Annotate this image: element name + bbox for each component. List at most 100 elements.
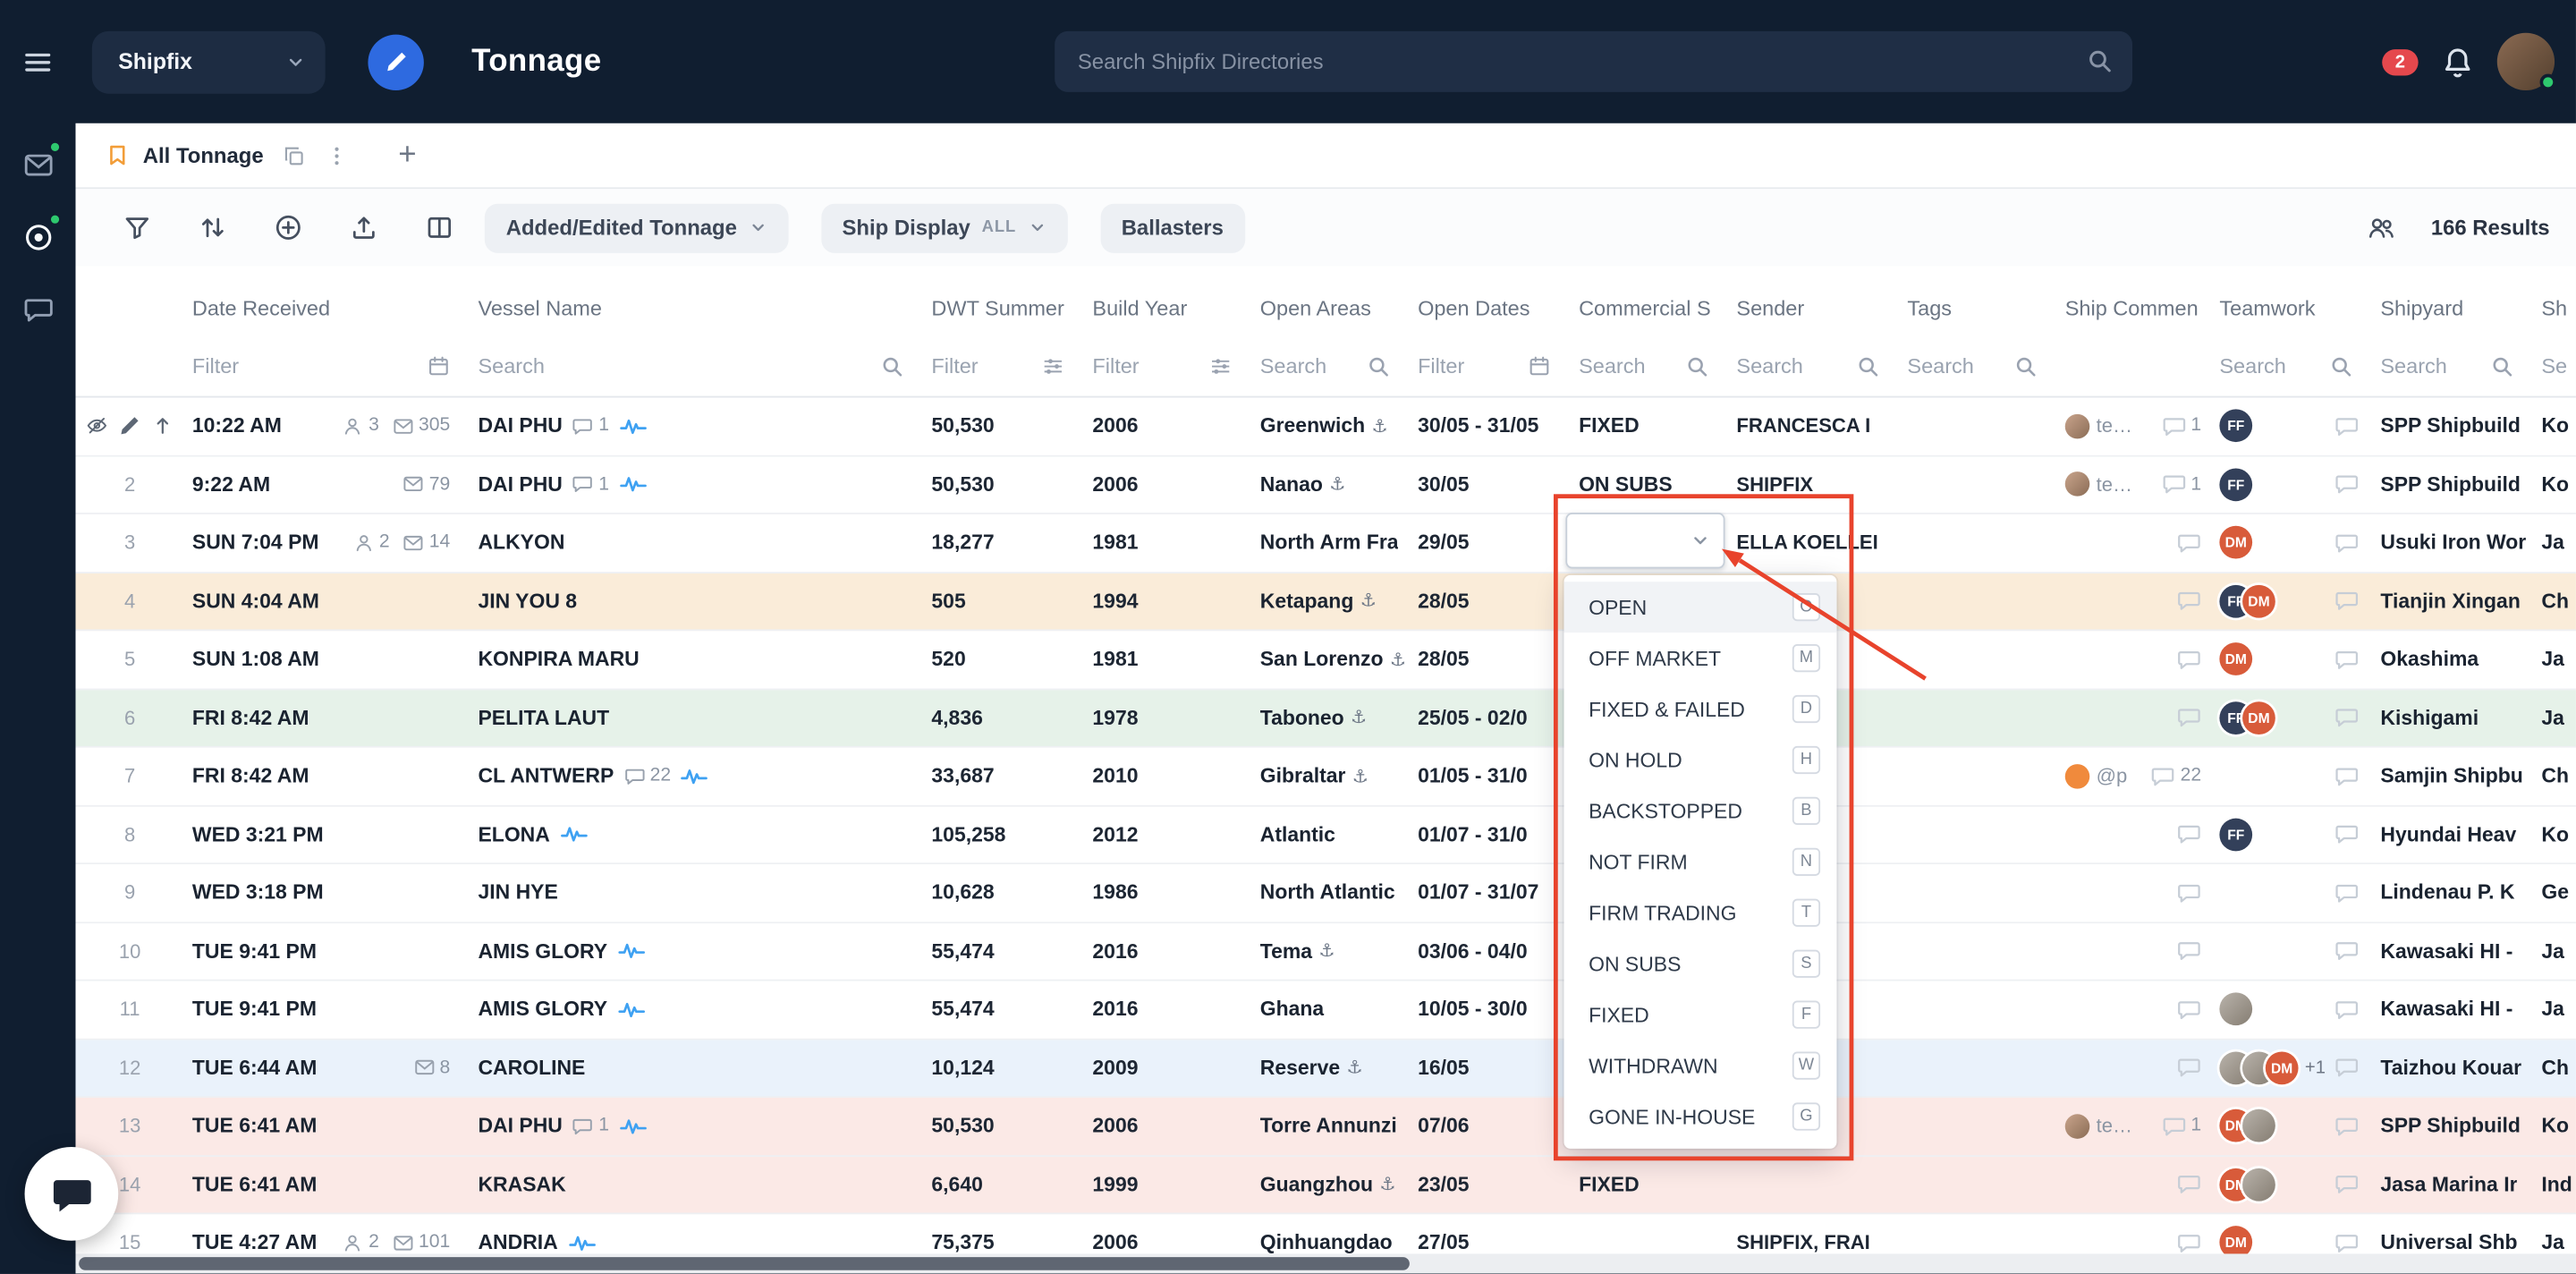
column-header-tags[interactable]: Tags — [1899, 279, 2056, 335]
duplicate-icon[interactable] — [284, 144, 307, 167]
teamwork-chat-button[interactable] — [2334, 589, 2360, 614]
column-header-shipcom[interactable]: Ship Commen — [2057, 279, 2212, 335]
column-header-dwt[interactable]: DWT Summer — [923, 279, 1084, 335]
table-row[interactable]: 9WED 3:18 PMJIN HYE10,6281986North Atlan… — [75, 864, 2575, 922]
table-row[interactable]: 4SUN 4:04 AMJIN YOU 85051994Ketapang⚓28/… — [75, 573, 2575, 631]
status-option-not-firm[interactable]: NOT FIRMN — [1564, 837, 1837, 888]
teamwork-chat-button[interactable] — [2334, 1230, 2360, 1255]
teamwork-chat-button[interactable] — [2334, 1172, 2360, 1197]
filter-dates[interactable]: Filter — [1410, 335, 1571, 396]
filter-teamwork[interactable]: Search — [2211, 335, 2372, 396]
ship-comment-button[interactable] — [2177, 531, 2202, 556]
edit-row-icon[interactable] — [118, 414, 141, 437]
filter-sender[interactable]: Search — [1728, 335, 1899, 396]
filter-country[interactable]: Se — [2533, 335, 2576, 396]
table-row[interactable]: 12TUE 6:44 AM8CAROLINE10,1242009Reserve⚓… — [75, 1040, 2575, 1098]
table-row[interactable]: 5SUN 1:08 AMKONPIRA MARU5201981San Loren… — [75, 631, 2575, 689]
status-option-fixed-failed[interactable]: FIXED & FAILEDD — [1564, 684, 1837, 735]
status-option-withdrawn[interactable]: WITHDRAWNW — [1564, 1040, 1837, 1091]
status-option-gone-in-house[interactable]: GONE IN-HOUSEG — [1564, 1091, 1837, 1142]
ship-comment-button[interactable] — [2177, 589, 2202, 614]
teamwork-chat-button[interactable] — [2334, 647, 2360, 672]
table-row[interactable]: 7FRI 8:42 AMCL ANTWERP2233,6872010Gibral… — [75, 748, 2575, 806]
status-option-open[interactable]: OPENO — [1564, 582, 1837, 633]
filter-status[interactable]: Search — [1571, 335, 1728, 396]
global-search-input[interactable] — [1055, 31, 2132, 92]
table-row[interactable]: 29:22 AM79DAI PHU150,5302006Nanao⚓30/05O… — [75, 456, 2575, 514]
filter-tags[interactable]: Search — [1899, 335, 2056, 396]
add-tab-button[interactable]: + — [398, 140, 416, 171]
teamwork-chat-button[interactable] — [2334, 413, 2360, 438]
teamwork-chat-button[interactable] — [2334, 764, 2360, 789]
scrollbar-thumb[interactable] — [79, 1257, 1410, 1270]
status-option-firm-trading[interactable]: FIRM TRADINGT — [1564, 888, 1837, 939]
status-option-on-subs[interactable]: ON SUBSS — [1564, 939, 1837, 989]
hide-row-icon[interactable] — [86, 414, 109, 437]
edit-button[interactable] — [368, 34, 423, 89]
filter-button[interactable] — [120, 211, 153, 244]
column-header-year[interactable]: Build Year — [1084, 279, 1251, 335]
filter-area[interactable]: Search — [1252, 335, 1410, 396]
ship-comment-button[interactable] — [2177, 647, 2202, 672]
teamwork-chat-button[interactable] — [2334, 705, 2360, 730]
table-row[interactable]: 14TUE 6:41 AMKRASAK6,6401999Guangzhou⚓23… — [75, 1156, 2575, 1214]
column-header-date[interactable]: Date Received — [184, 279, 470, 335]
ship-comment-button[interactable] — [2177, 1056, 2202, 1081]
teamwork-chat-button[interactable] — [2334, 880, 2360, 905]
column-header-dates[interactable]: Open Dates — [1410, 279, 1571, 335]
sidebar-item-chat[interactable] — [10, 285, 65, 334]
chat-launcher[interactable] — [25, 1147, 119, 1241]
column-header-status[interactable]: Commercial S — [1571, 279, 1728, 335]
ship-comment-button[interactable] — [2177, 1172, 2202, 1197]
teamwork-chat-button[interactable] — [2334, 1114, 2360, 1139]
menu-button[interactable] — [0, 0, 75, 123]
ship-comment-button[interactable] — [2177, 880, 2202, 905]
ship-comment-button[interactable] — [2177, 939, 2202, 964]
bell-icon[interactable] — [2441, 46, 2474, 79]
ship-comment-button[interactable] — [2177, 1230, 2202, 1255]
table-row[interactable]: 8WED 3:21 PMELONA105,2582012Atlantic01/0… — [75, 806, 2575, 864]
teamwork-chat-button[interactable] — [2334, 1056, 2360, 1081]
table-row[interactable]: 10:22 AM3305DAI PHU150,5302006Greenwich⚓… — [75, 397, 2575, 455]
teamwork-chat-button[interactable] — [2334, 472, 2360, 497]
column-header-area[interactable]: Open Areas — [1252, 279, 1410, 335]
teamwork-chat-button[interactable] — [2334, 822, 2360, 847]
column-header-teamwork[interactable]: Teamwork — [2211, 279, 2372, 335]
export-button[interactable] — [347, 211, 380, 244]
sidebar-item-inbox[interactable] — [10, 140, 65, 189]
table-row[interactable]: 6FRI 8:42 AMPELITA LAUT4,8361978Taboneo⚓… — [75, 689, 2575, 747]
table-row[interactable]: 13TUE 6:41 AMDAI PHU150,5302006Torre Ann… — [75, 1098, 2575, 1156]
status-option-off-market[interactable]: OFF MARKETM — [1564, 633, 1837, 684]
share-button[interactable] — [2365, 211, 2398, 244]
notification-badge[interactable]: 2 — [2382, 48, 2418, 74]
sidebar-item-tonnage[interactable] — [10, 212, 65, 261]
teamwork-chat-button[interactable] — [2334, 997, 2360, 1022]
status-option-on-hold[interactable]: ON HOLDH — [1564, 735, 1837, 786]
open-row-icon[interactable] — [151, 414, 174, 437]
ship-comment-button[interactable]: 1 — [2161, 413, 2201, 438]
filter-year[interactable]: Filter — [1084, 335, 1251, 396]
ballasters-button[interactable]: Ballasters — [1100, 203, 1245, 252]
columns-button[interactable] — [422, 211, 455, 244]
ship-comment-button[interactable]: 1 — [2161, 1114, 2201, 1139]
filter-dwt[interactable]: Filter — [923, 335, 1084, 396]
sort-button[interactable] — [196, 211, 229, 244]
filter-shipyard[interactable]: Search — [2372, 335, 2533, 396]
ship-comment-button[interactable]: 22 — [2151, 764, 2202, 789]
status-combobox[interactable] — [1565, 513, 1724, 568]
column-header-vessel[interactable]: Vessel Name — [470, 279, 923, 335]
more-options-icon[interactable] — [326, 144, 349, 167]
teamwork-chat-button[interactable] — [2334, 939, 2360, 964]
ship-comment-button[interactable] — [2177, 705, 2202, 730]
user-avatar[interactable] — [2497, 33, 2555, 90]
filter-date[interactable]: Filter — [184, 335, 470, 396]
tab-all-tonnage[interactable]: All Tonnage — [96, 143, 360, 168]
column-header-sender[interactable]: Sender — [1728, 279, 1899, 335]
column-header-rownum[interactable] — [75, 279, 183, 335]
table-row[interactable]: 3SUN 7:04 PM214ALKYON18,2771981North Arm… — [75, 514, 2575, 573]
teamwork-chat-button[interactable] — [2334, 531, 2360, 556]
ship-comment-button[interactable] — [2177, 822, 2202, 847]
filter-vessel[interactable]: Search — [470, 335, 923, 396]
workspace-switcher[interactable]: Shipfix — [92, 30, 326, 93]
ship-comment-button[interactable] — [2177, 997, 2202, 1022]
